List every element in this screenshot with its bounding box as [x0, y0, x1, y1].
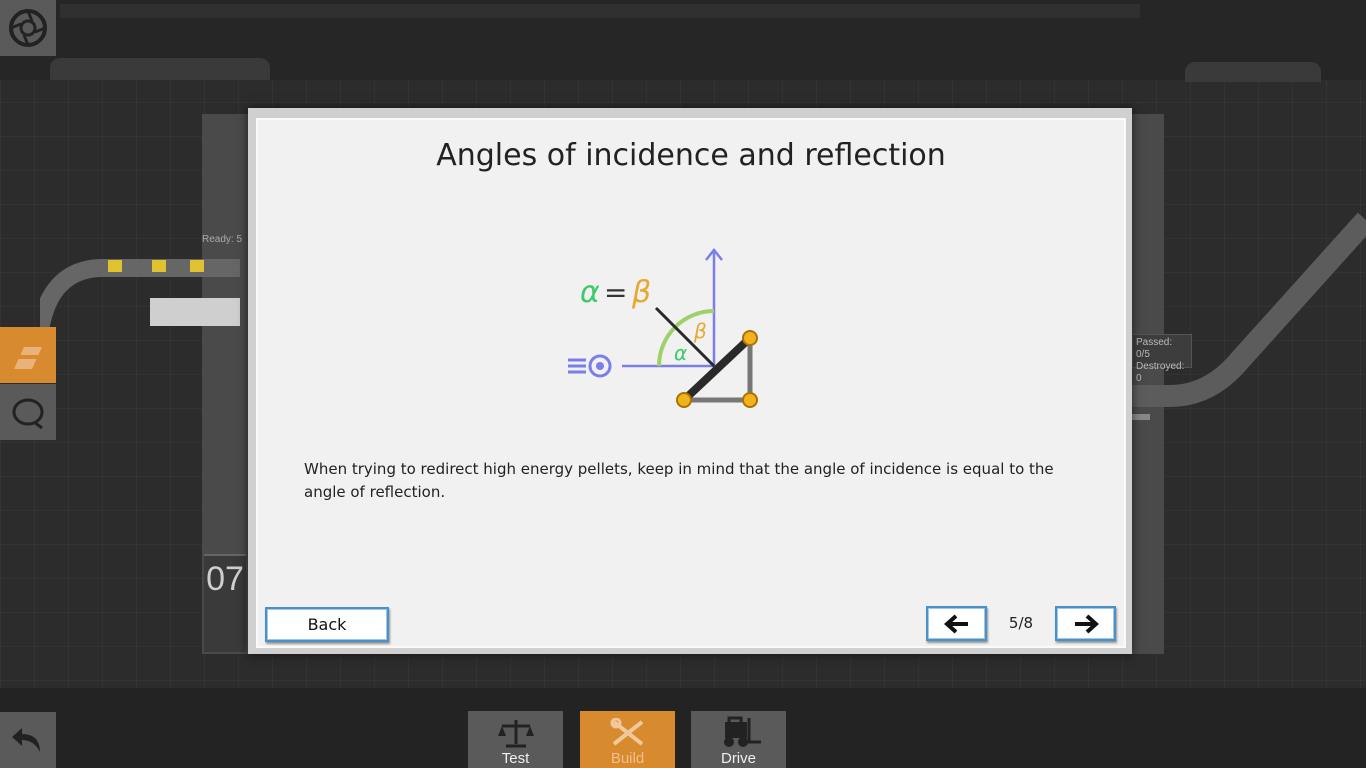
pellet-icon: [568, 354, 612, 378]
equation-alpha: α: [580, 275, 600, 310]
reflection-diagram: α β α = β: [568, 247, 758, 408]
forklift-icon: [723, 716, 761, 747]
joint: [676, 392, 692, 408]
equation-equals: =: [604, 276, 627, 309]
pipe-decoration: [50, 58, 270, 80]
level-number-panel: 07: [204, 554, 246, 652]
beta-angle-label: β: [693, 319, 707, 343]
alpha-angle-label: α: [674, 341, 687, 365]
test-mode-button[interactable]: Test: [468, 711, 563, 768]
next-page-button[interactable]: [1055, 606, 1116, 641]
passed-count: Passed: 0/5: [1136, 337, 1173, 360]
portal-icon: [9, 9, 47, 47]
joint: [742, 330, 758, 346]
build-mode-button[interactable]: Build: [580, 711, 675, 768]
conveyor-belt-right: [1130, 212, 1366, 420]
joint: [742, 392, 758, 408]
tutorial-dialog: Angles of incidence and reflection α β α…: [256, 118, 1126, 648]
conveyor-belt-left: [40, 259, 240, 330]
loop-icon: [12, 398, 44, 430]
pipe-decoration: [1185, 62, 1321, 82]
ready-sign: Ready: 5: [202, 234, 243, 245]
arrow-right-icon: [1074, 614, 1099, 633]
level-number: 07: [206, 560, 244, 598]
dialog-body-text: When trying to redirect high energy pell…: [304, 460, 1054, 501]
stats-panel: Passed: 0/5 Destroyed: 0: [1132, 334, 1192, 384]
undo-icon: [12, 728, 40, 752]
edit-icon: [14, 347, 42, 369]
destroyed-count: Destroyed: 0: [1136, 361, 1185, 384]
arrow-left-icon: [943, 614, 968, 633]
wrench-icon: [610, 718, 643, 746]
bottom-frame: [0, 688, 1366, 768]
dialog-title: Angles of incidence and reflection: [436, 138, 946, 173]
page-indicator: 5/8: [1008, 614, 1034, 632]
previous-page-button[interactable]: [926, 606, 987, 641]
equation-beta: β: [631, 275, 651, 310]
test-label: Test: [501, 750, 530, 767]
edit-tool-button[interactable]: [0, 327, 56, 383]
drive-label: Drive: [720, 750, 756, 767]
back-button[interactable]: Back: [265, 607, 389, 642]
loop-tool-button[interactable]: [0, 384, 56, 440]
scale-icon: [497, 720, 534, 748]
undo-button[interactable]: [0, 712, 56, 768]
build-label: Build: [610, 750, 645, 767]
drive-mode-button[interactable]: Drive: [691, 711, 786, 768]
portal-button[interactable]: [0, 0, 56, 56]
